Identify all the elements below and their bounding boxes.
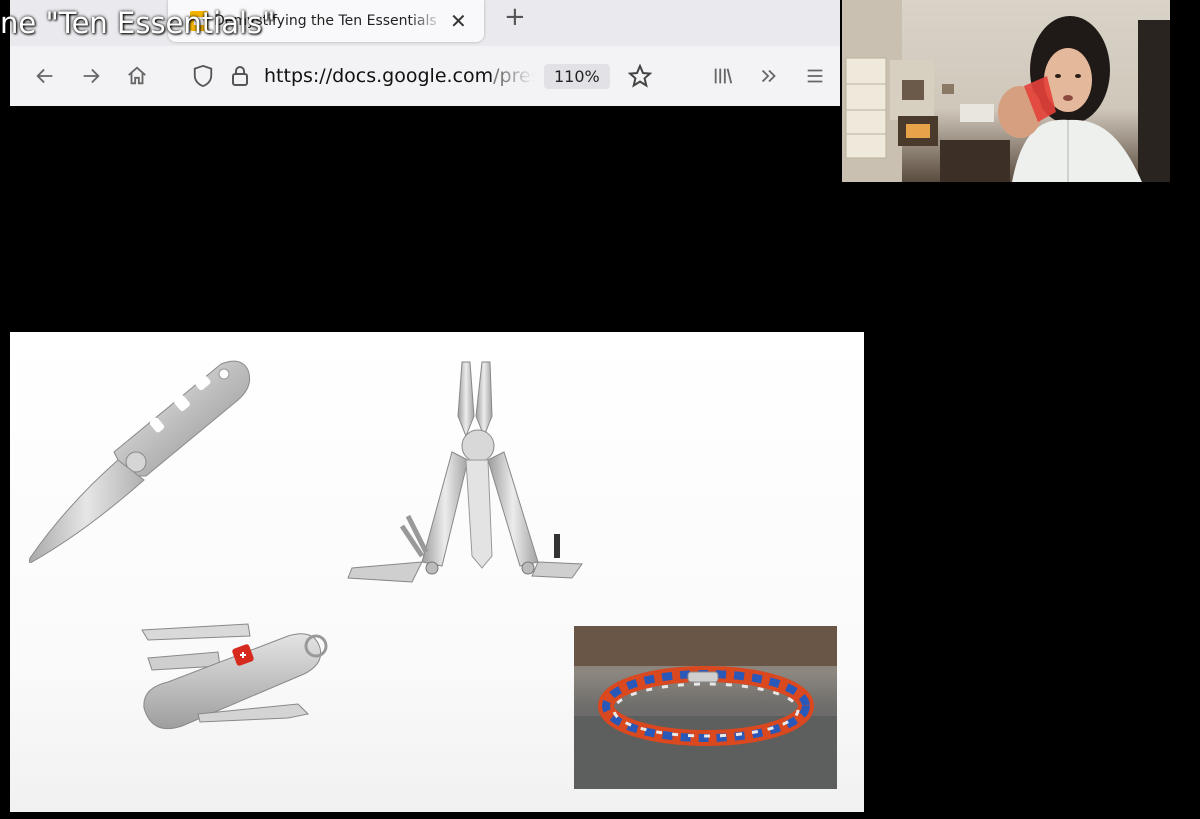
presentation-slide <box>10 332 864 812</box>
arrow-right-icon[interactable] <box>68 56 114 96</box>
chevron-double-right-icon[interactable] <box>746 56 792 96</box>
new-tab-icon[interactable]: + <box>504 2 526 32</box>
close-icon[interactable]: ✕ <box>450 9 467 33</box>
shield-icon[interactable] <box>192 64 214 88</box>
arrow-left-icon[interactable] <box>22 56 68 96</box>
home-icon[interactable] <box>114 56 160 96</box>
navigation-toolbar: https://docs.google.com/presentation 110… <box>10 46 840 106</box>
lock-icon[interactable] <box>230 64 250 88</box>
zoom-level[interactable]: 110% <box>544 63 610 89</box>
webcam-feed <box>842 0 1170 182</box>
toolbar-right <box>700 56 838 96</box>
paracord-bracelet-image <box>574 626 837 789</box>
url-text[interactable]: https://docs.google.com/presentation <box>264 65 534 87</box>
star-icon[interactable] <box>627 64 652 88</box>
address-bar[interactable]: https://docs.google.com/presentation 110… <box>192 56 682 96</box>
hamburger-menu-icon[interactable] <box>792 56 838 96</box>
folding-knife-image <box>28 360 251 563</box>
multitool-image <box>347 361 583 583</box>
url-path: /presentation <box>493 65 534 87</box>
video-overlay-title: ne "Ten Essentials" <box>0 6 276 40</box>
library-icon[interactable] <box>700 56 746 96</box>
url-host: https://docs.google.com <box>264 65 494 87</box>
swiss-army-knife-image <box>141 623 328 730</box>
